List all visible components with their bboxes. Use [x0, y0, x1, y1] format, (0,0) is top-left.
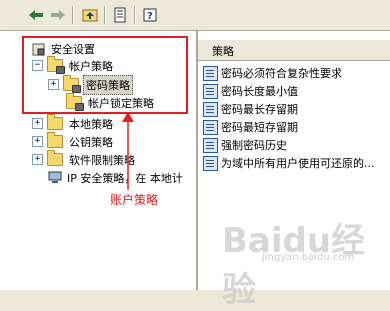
policy-icon: [203, 65, 218, 81]
policy-icon: [203, 137, 218, 153]
properties-icon[interactable]: [110, 5, 130, 25]
forward-arrow-icon[interactable]: [48, 5, 68, 25]
policy-icon: [203, 83, 218, 99]
up-folder-icon[interactable]: [80, 5, 100, 25]
policy-row[interactable]: 密码必须符合复杂性要求: [203, 64, 342, 82]
toolbar: ?: [0, 0, 390, 31]
policy-row[interactable]: 密码最长存留期: [203, 100, 298, 118]
folder-icon: [47, 114, 63, 130]
policy-row[interactable]: 密码长度最小值: [203, 82, 298, 100]
policy-row[interactable]: 密码最短存留期: [203, 118, 298, 136]
back-arrow-icon[interactable]: [26, 5, 46, 25]
annotation-label: 账户策略: [110, 193, 159, 207]
folder-icon: [47, 132, 63, 148]
policy-icon: [203, 119, 218, 135]
policy-icon: [203, 155, 218, 171]
watermark-url: jingyan.baidu.com: [262, 252, 355, 263]
svg-text:?: ?: [147, 11, 153, 22]
tree-item-ip-security[interactable]: IP 安全策略，在 本地计: [48, 169, 185, 186]
annotation-arrow-icon: [122, 112, 134, 190]
folder-icon: [47, 150, 63, 166]
expand-icon[interactable]: +: [32, 154, 43, 165]
computer-icon: [48, 171, 62, 183]
column-header-policy[interactable]: 策略: [198, 39, 390, 61]
highlight-box: [22, 36, 188, 114]
help-icon[interactable]: ?: [140, 5, 160, 25]
expand-icon[interactable]: +: [32, 136, 43, 147]
tree-item-public-key-policy[interactable]: + 公钥策略: [32, 132, 115, 150]
policy-row[interactable]: 强制密码历史: [203, 136, 287, 154]
policy-row[interactable]: 为域中所有用户使用可还原的...: [203, 154, 375, 172]
expand-icon[interactable]: +: [32, 118, 43, 129]
policy-icon: [203, 101, 218, 117]
tree-item-local-policy[interactable]: + 本地策略: [32, 114, 115, 132]
